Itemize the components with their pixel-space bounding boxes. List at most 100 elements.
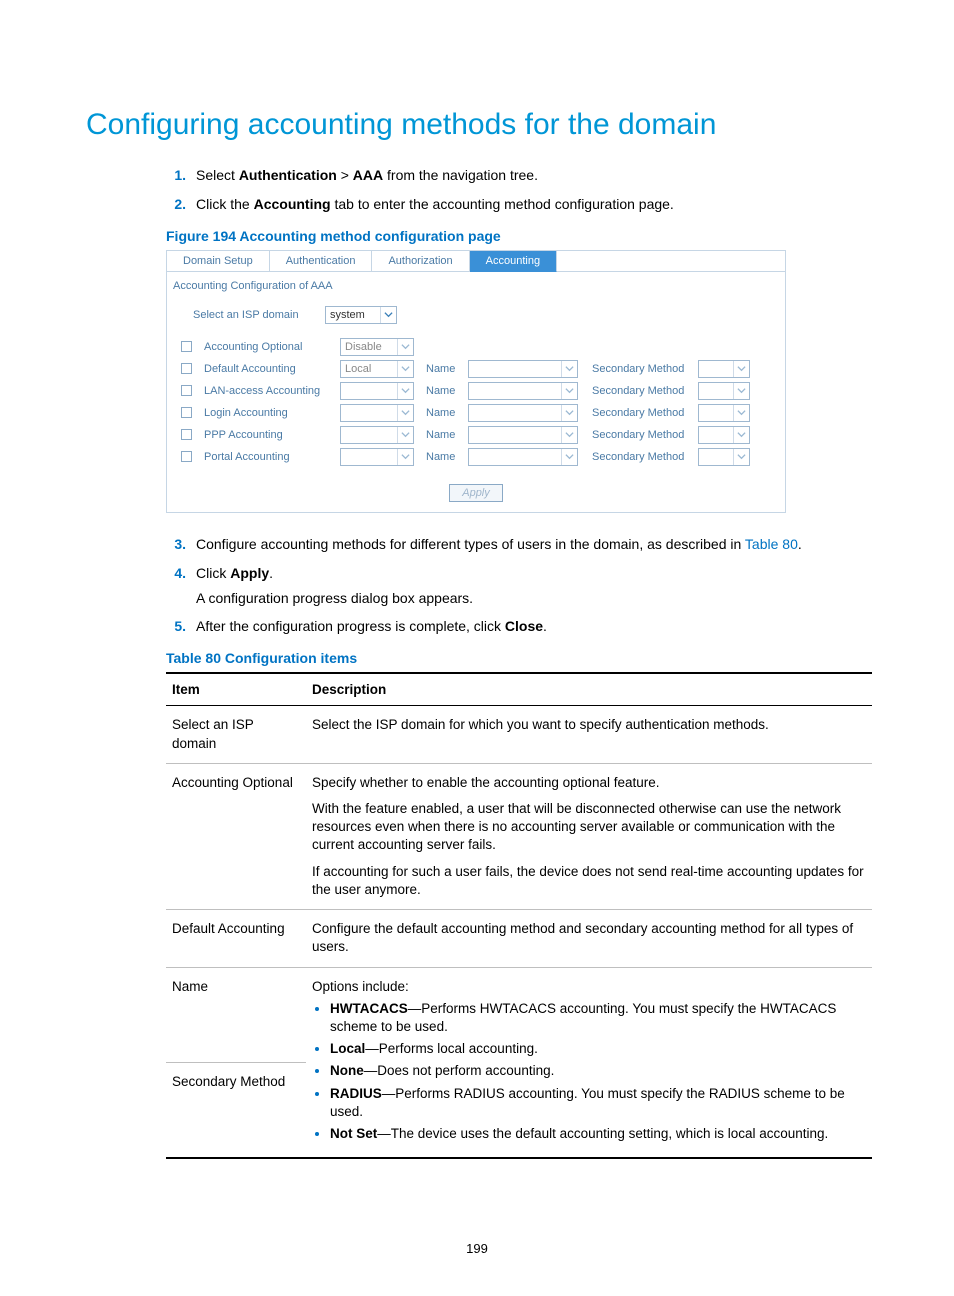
secondary-label: Secondary Method — [592, 451, 692, 463]
th-desc: Description — [306, 673, 872, 706]
method-select[interactable] — [340, 448, 414, 466]
text: Configure accounting methods for differe… — [196, 536, 745, 552]
chevron-down-icon — [561, 405, 577, 421]
secondary-label: Secondary Method — [592, 407, 692, 419]
apply-button[interactable]: Apply — [449, 484, 503, 502]
cell-desc: Options include: HWTACACS—Performs HWTAC… — [306, 967, 872, 1158]
isp-select[interactable]: system — [325, 306, 397, 324]
chevron-down-icon — [397, 383, 413, 399]
name-select[interactable] — [468, 404, 578, 422]
text: > — [337, 167, 353, 183]
sub-text: A configuration progress dialog box appe… — [196, 589, 868, 608]
cell-item: Default Accounting — [166, 910, 306, 967]
cell-desc: Select the ISP domain for which you want… — [306, 706, 872, 763]
secondary-select[interactable] — [698, 360, 750, 378]
method-select[interactable]: Local — [340, 360, 414, 378]
step-list-2: Configure accounting methods for differe… — [86, 535, 868, 637]
row-label: Default Accounting — [204, 363, 334, 375]
config-table: Item Description Select an ISP domain Se… — [166, 672, 872, 1159]
text: Select — [196, 167, 239, 183]
para: Options include: — [312, 979, 409, 994]
table-row: Accounting Optional Specify whether to e… — [166, 763, 872, 909]
apply-wrap: Apply — [167, 478, 785, 512]
checkbox[interactable] — [181, 363, 192, 374]
checkbox[interactable] — [181, 407, 192, 418]
cell-desc: Configure the default accounting method … — [306, 910, 872, 967]
text: . — [543, 618, 547, 634]
text: Close — [505, 618, 543, 634]
chevron-down-icon — [380, 307, 396, 323]
page-number: 199 — [0, 1241, 954, 1256]
text: —Performs RADIUS accounting. You must sp… — [330, 1086, 845, 1119]
chevron-down-icon — [561, 449, 577, 465]
method-select[interactable] — [340, 404, 414, 422]
method-select[interactable]: Disable — [340, 338, 414, 356]
name-select[interactable] — [468, 360, 578, 378]
chevron-down-icon — [397, 405, 413, 421]
para: If accounting for such a user fails, the… — [312, 863, 866, 899]
list-item: Local—Performs local accounting. — [330, 1040, 866, 1058]
text: —Does not perform accounting. — [364, 1063, 555, 1078]
name-select[interactable] — [468, 382, 578, 400]
cell-item: Accounting Optional — [166, 763, 306, 909]
table-row: Name Options include: HWTACACS—Performs … — [166, 967, 872, 1062]
table-row: Default Accounting Configure the default… — [166, 910, 872, 967]
row-label: Login Accounting — [204, 407, 334, 419]
step-list-1: Select Authentication > AAA from the nav… — [86, 166, 868, 214]
text: tab to enter the accounting method confi… — [331, 196, 674, 212]
tab-domain-setup[interactable]: Domain Setup — [167, 251, 270, 272]
text: AAA — [353, 167, 383, 183]
select-value: Local — [341, 363, 397, 375]
tabs-spacer — [557, 251, 785, 272]
text: Click the — [196, 196, 254, 212]
text: RADIUS — [330, 1086, 382, 1101]
name-select[interactable] — [468, 448, 578, 466]
th-item: Item — [166, 673, 306, 706]
page-title: Configuring accounting methods for the d… — [86, 108, 868, 142]
method-select[interactable] — [340, 426, 414, 444]
chevron-down-icon — [561, 427, 577, 443]
row-label: PPP Accounting — [204, 429, 334, 441]
secondary-select[interactable] — [698, 404, 750, 422]
text: Not Set — [330, 1126, 377, 1141]
chevron-down-icon — [733, 405, 749, 421]
secondary-select[interactable] — [698, 448, 750, 466]
cell-desc: Specify whether to enable the accounting… — [306, 763, 872, 909]
text: —Performs local accounting. — [365, 1041, 538, 1056]
tabs-bar: Domain Setup Authentication Authorizatio… — [167, 251, 785, 272]
para: With the feature enabled, a user that wi… — [312, 800, 866, 855]
checkbox[interactable] — [181, 429, 192, 440]
options-list: HWTACACS—Performs HWTACACS accounting. Y… — [312, 1000, 866, 1144]
secondary-label: Secondary Method — [592, 429, 692, 441]
checkbox[interactable] — [181, 385, 192, 396]
checkbox[interactable] — [181, 451, 192, 462]
secondary-select[interactable] — [698, 426, 750, 444]
list-item: None—Does not perform accounting. — [330, 1062, 866, 1080]
cell-item: Select an ISP domain — [166, 706, 306, 763]
table-caption: Table 80 Configuration items — [166, 650, 868, 666]
table-row: Select an ISP domain Select the ISP doma… — [166, 706, 872, 763]
text: After the configuration progress is comp… — [196, 618, 505, 634]
row-default-accounting: Default Accounting Local Name Secondary … — [179, 358, 773, 380]
name-label: Name — [426, 429, 462, 441]
step-item: After the configuration progress is comp… — [196, 617, 868, 636]
checkbox[interactable] — [181, 341, 192, 352]
cell-item: Secondary Method — [166, 1062, 306, 1158]
figure-caption: Figure 194 Accounting method configurati… — [166, 228, 868, 244]
panel-legend: Accounting Configuration of AAA — [167, 272, 785, 298]
method-select[interactable] — [340, 382, 414, 400]
xref[interactable]: Table 80 — [745, 536, 798, 552]
tab-authentication[interactable]: Authentication — [270, 251, 373, 272]
text: None — [330, 1063, 364, 1078]
chevron-down-icon — [397, 339, 413, 355]
tab-authorization[interactable]: Authorization — [372, 251, 469, 272]
secondary-select[interactable] — [698, 382, 750, 400]
row-ppp: PPP Accounting Name Secondary Method — [179, 424, 773, 446]
para: Specify whether to enable the accounting… — [312, 774, 866, 792]
name-label: Name — [426, 451, 462, 463]
text: —The device uses the default accounting … — [377, 1126, 828, 1141]
name-label: Name — [426, 407, 462, 419]
text: from the navigation tree. — [383, 167, 538, 183]
name-select[interactable] — [468, 426, 578, 444]
tab-accounting[interactable]: Accounting — [470, 251, 557, 272]
